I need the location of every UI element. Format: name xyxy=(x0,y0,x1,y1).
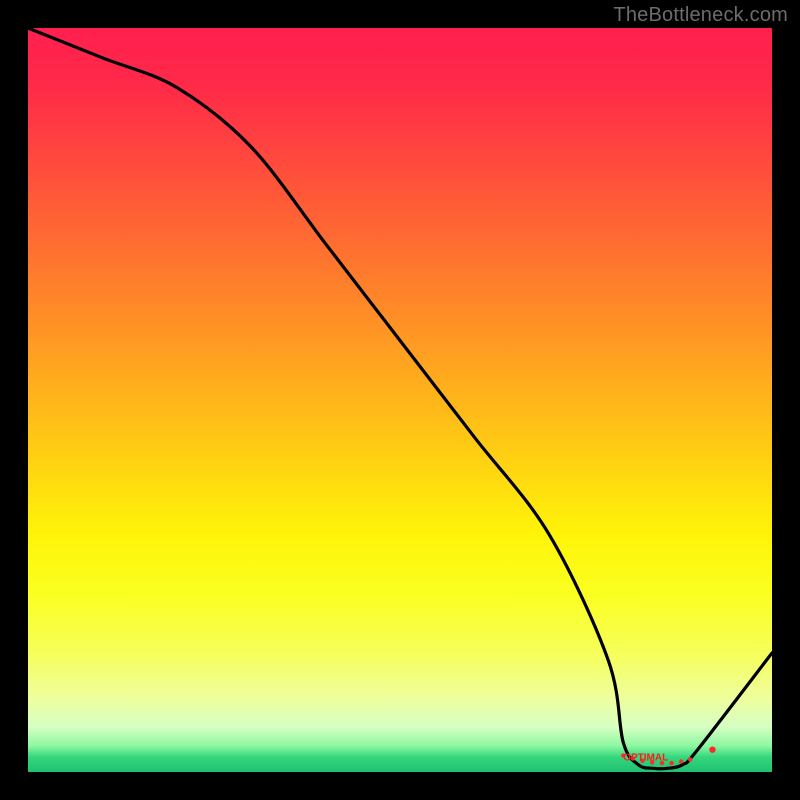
chart-svg: OPTIMAL xyxy=(28,28,772,772)
watermark-text: TheBottleneck.com xyxy=(613,4,788,27)
optimal-point xyxy=(709,747,715,753)
chart-stage: TheBottleneck.com OPTIMAL xyxy=(0,0,800,800)
optimal-label: OPTIMAL xyxy=(623,753,668,764)
optimal-point xyxy=(669,761,673,765)
optimal-point xyxy=(688,757,692,761)
bottleneck-curve xyxy=(28,28,772,769)
plot-area: OPTIMAL xyxy=(28,28,772,772)
optimal-point xyxy=(679,759,683,763)
